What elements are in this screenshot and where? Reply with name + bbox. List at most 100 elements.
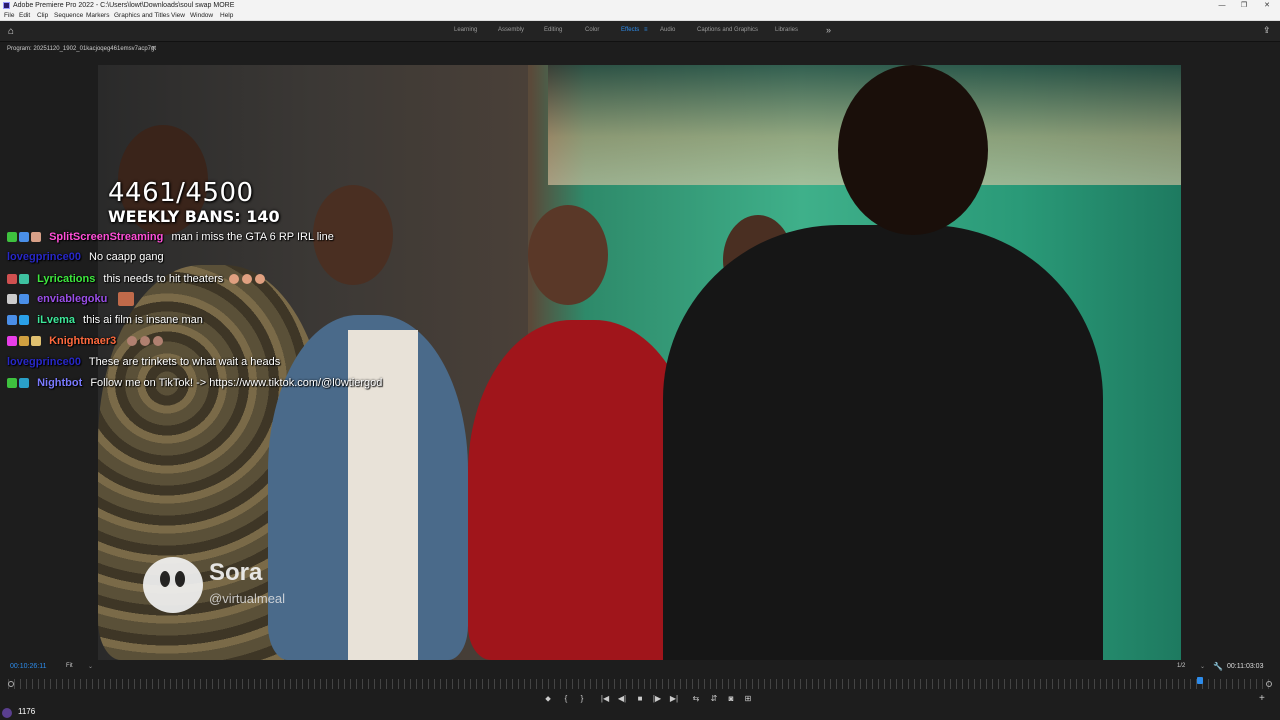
badge-icon	[7, 232, 17, 243]
watermark-name: Sora	[209, 559, 263, 586]
ruler-end-handle[interactable]	[1266, 681, 1272, 687]
share-icon[interactable]: ⇪	[1263, 25, 1271, 36]
menu-help[interactable]: Help	[220, 11, 233, 21]
chat-message: Knightmaer3	[7, 334, 164, 348]
close-button[interactable]: ✕	[1256, 0, 1278, 11]
workspace-bar: ⌂ Learning Assembly Editing Color Effect…	[0, 21, 1280, 42]
weekly-bans-label: WEEKLY BANS: 140	[108, 207, 280, 226]
playhead-timecode[interactable]: 00:10:26:11	[10, 663, 46, 670]
menu-bar: File Edit Clip Sequence Markers Graphics…	[0, 11, 1280, 21]
chat-badges	[7, 313, 31, 327]
workspace-color[interactable]: Color	[585, 27, 599, 33]
sora-logo-eye	[175, 571, 185, 587]
chat-username: lovegprince00	[7, 356, 81, 368]
chevron-down-icon[interactable]: ⌄	[88, 663, 93, 670]
chat-badges	[7, 272, 31, 286]
emote-icon	[229, 274, 240, 285]
workspace-libraries[interactable]: Libraries	[775, 27, 798, 33]
mark-out-icon[interactable]: }	[576, 694, 588, 703]
duration-timecode: 00:11:03:03	[1227, 663, 1264, 670]
chat-username: Lyrications	[37, 273, 96, 285]
workspace-audio[interactable]: Audio	[660, 27, 675, 33]
premiere-app-icon	[3, 2, 10, 9]
menu-edit[interactable]: Edit	[19, 11, 30, 21]
emote-icon	[140, 336, 151, 347]
chat-text: No caapp gang	[89, 251, 164, 263]
menu-sequence[interactable]: Sequence	[54, 11, 83, 21]
go-to-out-icon[interactable]: ▶|	[668, 694, 680, 703]
menu-clip[interactable]: Clip	[37, 11, 48, 21]
workspace-assembly[interactable]: Assembly	[498, 27, 524, 33]
mark-in-icon[interactable]: {	[560, 694, 572, 703]
badge-icon	[19, 232, 29, 243]
ruler-start-handle[interactable]	[8, 681, 14, 687]
zoom-level-select[interactable]: Fit	[66, 663, 73, 669]
lift-icon[interactable]: ⇆	[690, 694, 702, 703]
badge-icon	[7, 378, 17, 389]
emote-icon	[153, 336, 164, 347]
chat-username: Nightbot	[37, 377, 83, 389]
chat-message: lovegprince00 No caapp gang	[7, 250, 164, 264]
chat-message: Lyrications this needs to hit theaters	[7, 272, 266, 286]
video-person-head	[528, 205, 608, 305]
badge-icon	[19, 336, 29, 347]
sora-logo-eye	[160, 571, 170, 587]
program-monitor-tab[interactable]: Program: 20251120_1902_01kacjoqeg461emsv…	[7, 46, 156, 52]
menu-file[interactable]: File	[4, 11, 14, 21]
workspace-effects[interactable]: Effects	[621, 27, 639, 33]
chat-message: lovegprince00 These are trinkets to what…	[7, 355, 280, 369]
video-person-head	[838, 65, 988, 235]
minimize-button[interactable]: —	[1211, 0, 1233, 11]
workspace-menu-icon[interactable]: ≡	[644, 27, 648, 33]
chat-username: enviablegoku	[37, 293, 108, 305]
add-button-icon[interactable]: +	[1259, 693, 1265, 704]
badge-icon	[19, 274, 29, 285]
step-forward-icon[interactable]: |▶	[651, 694, 663, 703]
menu-markers[interactable]: Markers	[86, 11, 109, 21]
step-back-icon[interactable]: ◀|	[616, 694, 628, 703]
workspace-captions-and-graphics[interactable]: Captions and Graphics	[697, 27, 758, 33]
chat-text: this ai film is insane man	[83, 314, 203, 326]
chat-badges	[7, 376, 31, 390]
menu-view[interactable]: View	[171, 11, 185, 21]
menu-graphics-and-titles[interactable]: Graphics and Titles	[114, 11, 170, 21]
workspace-learning[interactable]: Learning	[454, 27, 477, 33]
go-to-in-icon[interactable]: |◀	[599, 694, 611, 703]
video-person-black-jacket	[663, 225, 1103, 660]
window-title: Adobe Premiere Pro 2022 - C:\Users\lowt\…	[13, 2, 235, 9]
badge-icon	[7, 336, 17, 347]
workspace-editing[interactable]: Editing	[544, 27, 562, 33]
panel-menu-icon[interactable]: ≡	[151, 45, 155, 52]
program-monitor-header: Program: 20251120_1902_01kacjoqeg461emsv…	[0, 43, 1280, 56]
chat-message: iLvema this ai film is insane man	[7, 313, 203, 327]
sora-logo-icon	[143, 557, 203, 613]
badge-icon	[19, 315, 29, 326]
chat-username: iLvema	[37, 314, 75, 326]
comparison-view-icon[interactable]: ⊞	[742, 694, 754, 703]
stop-icon[interactable]: ■	[634, 694, 646, 703]
chat-message: enviablegoku	[7, 292, 135, 307]
emote-icon	[118, 292, 135, 307]
emote-icon	[242, 274, 253, 285]
badge-icon	[7, 294, 17, 305]
export-frame-icon[interactable]: ◙	[725, 694, 737, 703]
add-marker-icon[interactable]: ⬥	[542, 694, 554, 704]
wrench-icon[interactable]: 🔧	[1213, 662, 1223, 671]
playhead-marker[interactable]	[1197, 677, 1203, 684]
program-monitor-controls: 00:10:26:11 Fit ⌄ 1/2 ⌄ 🔧 00:11:03:03 ⬥ …	[0, 660, 1280, 720]
viewer-count: 1176	[18, 707, 36, 716]
badge-icon	[19, 378, 29, 389]
menu-window[interactable]: Window	[190, 11, 213, 21]
chat-username: lovegprince00	[7, 251, 81, 263]
extract-icon[interactable]: ⇵	[708, 694, 720, 703]
chevron-down-icon[interactable]: ⌄	[1200, 663, 1205, 670]
ban-counter: 4461/4500	[108, 178, 254, 208]
playback-resolution-select[interactable]: 1/2	[1177, 663, 1185, 669]
more-workspaces-icon[interactable]: »	[826, 25, 831, 35]
emote-icon	[127, 336, 138, 347]
badge-icon	[19, 294, 29, 305]
badge-icon	[31, 336, 41, 347]
home-icon[interactable]: ⌂	[8, 26, 20, 37]
timeline-ruler[interactable]	[8, 679, 1272, 689]
restore-button[interactable]: ❐	[1233, 0, 1255, 11]
